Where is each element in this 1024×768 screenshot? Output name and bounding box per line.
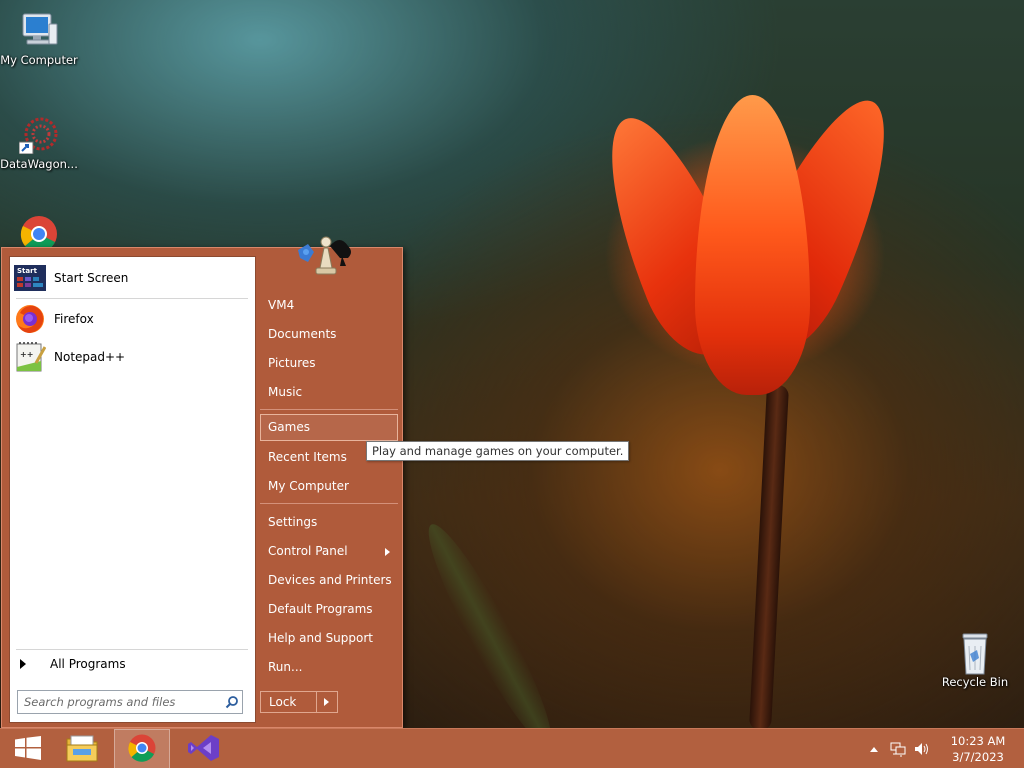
desktop-icon-label: Recycle Bin	[941, 675, 1009, 689]
show-hidden-icons-button[interactable]	[864, 739, 884, 759]
taskbar-chrome[interactable]	[114, 729, 170, 768]
program-item-firefox[interactable]: Firefox	[14, 302, 250, 336]
windows-start-icon	[14, 735, 42, 763]
svg-text:Start: Start	[17, 267, 38, 275]
volume-icon[interactable]	[912, 739, 932, 759]
search-box[interactable]	[17, 690, 243, 714]
lock-split-button: Lock	[260, 691, 338, 713]
menu-item-my-computer[interactable]: My Computer	[260, 473, 398, 500]
file-explorer-icon	[65, 733, 99, 766]
wallpaper-stem	[748, 384, 790, 731]
menu-item-vm4[interactable]: VM4	[260, 292, 398, 319]
start-menu: Start Start Screen Firefox ++ Notepad++ …	[1, 236, 404, 729]
taskbar-visual-studio[interactable]	[176, 729, 232, 768]
svg-text:++: ++	[20, 350, 33, 359]
program-item-notepad-plus-plus[interactable]: ++ Notepad++	[14, 340, 250, 374]
menu-item-default-programs[interactable]: Default Programs	[260, 596, 398, 623]
lock-button[interactable]: Lock	[261, 692, 317, 712]
wallpaper-petal	[695, 95, 810, 395]
power-options-arrow-icon[interactable]	[317, 692, 337, 712]
search-input[interactable]	[18, 692, 222, 712]
all-programs-button[interactable]: All Programs	[20, 653, 248, 675]
menu-item-run[interactable]: Run...	[260, 654, 398, 681]
start-menu-programs-pane: Start Start Screen Firefox ++ Notepad++ …	[9, 256, 256, 723]
system-tray: 10:23 AM 3/7/2023	[864, 729, 1024, 768]
computer-icon	[19, 10, 59, 50]
desktop-icon-my-computer[interactable]: My Computer	[0, 10, 79, 67]
desktop-icon-datawagon[interactable]: DataWagon...	[0, 114, 79, 171]
menu-item-games[interactable]: Games	[260, 414, 398, 441]
start-menu-places-pane: VM4 Documents Pictures Music Games Recen…	[258, 236, 404, 729]
clock-time: 10:23 AM	[950, 734, 1006, 748]
visual-studio-icon	[187, 733, 221, 766]
program-label: Notepad++	[54, 350, 126, 364]
chrome-icon	[127, 733, 157, 766]
games-tooltip: Play and manage games on your computer.	[366, 441, 630, 461]
start-button[interactable]	[0, 729, 56, 768]
program-label: Start Screen	[54, 271, 129, 285]
search-icon[interactable]	[222, 692, 242, 712]
menu-item-settings[interactable]: Settings	[260, 509, 398, 536]
program-item-start-screen[interactable]: Start Start Screen	[14, 261, 250, 295]
menu-item-control-panel[interactable]: Control Panel	[260, 538, 398, 565]
wallpaper-leaf	[413, 515, 567, 755]
clock[interactable]: 10:23 AM 3/7/2023	[936, 733, 1020, 765]
taskbar: 10:23 AM 3/7/2023	[0, 728, 1024, 768]
menu-item-documents[interactable]: Documents	[260, 321, 398, 348]
taskbar-file-explorer[interactable]	[54, 729, 110, 768]
menu-item-help-and-support[interactable]: Help and Support	[260, 625, 398, 652]
firefox-icon	[14, 303, 46, 335]
desktop-icon-label: DataWagon...	[0, 157, 78, 171]
menu-item-label: Control Panel	[268, 544, 348, 558]
menu-item-devices-and-printers[interactable]: Devices and Printers	[260, 567, 398, 594]
recycle-bin-icon	[955, 632, 995, 675]
divider	[260, 503, 398, 504]
start-screen-icon: Start	[14, 262, 46, 294]
network-icon[interactable]	[888, 739, 908, 759]
all-programs-label: All Programs	[50, 657, 126, 671]
divider	[16, 298, 248, 299]
notepad-plus-plus-icon: ++	[14, 341, 47, 373]
games-user-picture	[296, 232, 362, 282]
menu-item-music[interactable]: Music	[260, 379, 398, 406]
datawagon-icon	[18, 114, 59, 155]
desktop-icon-label: My Computer	[0, 53, 78, 67]
desktop-icon-recycle-bin[interactable]: Recycle Bin	[935, 632, 1015, 689]
menu-item-pictures[interactable]: Pictures	[260, 350, 398, 377]
divider	[16, 649, 248, 650]
divider	[260, 409, 398, 410]
program-label: Firefox	[54, 312, 94, 326]
clock-date: 3/7/2023	[952, 750, 1004, 764]
triangle-right-icon	[20, 659, 26, 669]
submenu-arrow-icon	[385, 548, 390, 556]
